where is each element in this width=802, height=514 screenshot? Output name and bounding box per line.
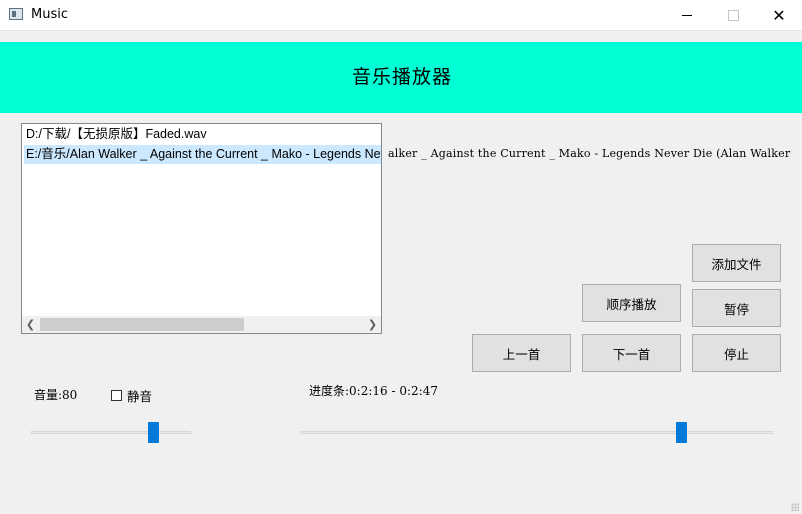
scroll-left-icon[interactable]: ❮ (22, 316, 39, 333)
title-bar: Music ✕ (0, 0, 802, 31)
volume-label: 音量:80 (34, 388, 78, 402)
minimize-button[interactable] (664, 0, 710, 30)
window-title: Music (31, 7, 68, 22)
maximize-icon (727, 9, 739, 21)
checkbox-box[interactable] (111, 390, 122, 401)
playlist[interactable]: D:/下载/【无损原版】Faded.wav E:/音乐/Alan Walker … (21, 123, 382, 334)
scrollbar-thumb[interactable] (40, 318, 244, 331)
volume-slider-track[interactable] (31, 431, 191, 434)
volume-slider-thumb[interactable] (148, 422, 160, 443)
pause-button[interactable]: 暂停 (692, 289, 781, 327)
progress-label: 进度条:0:2:16 - 0:2:47 (309, 384, 438, 398)
add-file-button[interactable]: 添加文件 (692, 244, 781, 282)
progress-slider-track[interactable] (301, 431, 773, 434)
scroll-right-icon[interactable]: ❯ (364, 316, 381, 333)
header-banner: 音乐播放器 (0, 42, 802, 113)
resize-grip[interactable] (791, 503, 799, 511)
now-playing-label: alker _ Against the Current _ Mako - Leg… (388, 147, 791, 160)
next-button[interactable]: 下一首 (582, 334, 681, 372)
app-icon (9, 8, 23, 20)
page-title: 音乐播放器 (351, 66, 452, 88)
previous-button[interactable]: 上一首 (472, 334, 571, 372)
progress-slider-thumb[interactable] (676, 422, 688, 443)
list-item[interactable]: D:/下载/【无损原版】Faded.wav (24, 125, 381, 144)
stop-button[interactable]: 停止 (692, 334, 781, 372)
horizontal-scrollbar[interactable]: ❮ ❯ (22, 316, 381, 333)
play-order-button[interactable]: 顺序播放 (582, 284, 681, 322)
maximize-button[interactable] (710, 0, 756, 30)
close-button[interactable]: ✕ (756, 0, 802, 30)
minimize-icon (682, 14, 692, 16)
mute-checkbox[interactable]: 静音 (111, 386, 152, 405)
close-icon: ✕ (772, 5, 786, 25)
list-item-selected[interactable]: E:/音乐/Alan Walker _ Against the Current … (24, 145, 381, 164)
mute-label: 静音 (127, 389, 153, 404)
